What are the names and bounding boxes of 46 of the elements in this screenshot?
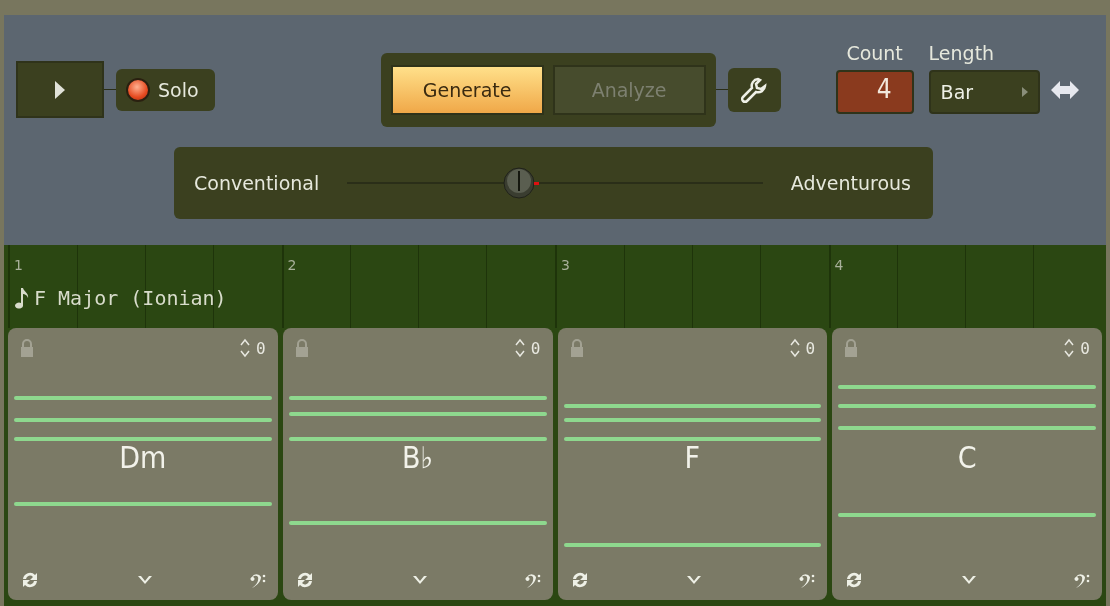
solo-button[interactable]: Solo bbox=[116, 68, 215, 111]
transpose-value: 0 bbox=[805, 338, 816, 358]
bar-number: 1 bbox=[14, 257, 23, 273]
chord-name: B♭ bbox=[402, 440, 434, 475]
length-label: Length bbox=[928, 41, 996, 64]
slider-label: Adventurous bbox=[790, 172, 911, 194]
bass-clef-icon[interactable] bbox=[1074, 571, 1090, 589]
transpose-value: 0 bbox=[1080, 338, 1090, 358]
transpose-value: 0 bbox=[530, 338, 541, 358]
count-label: Count bbox=[845, 41, 904, 64]
chevron-down-icon[interactable] bbox=[411, 574, 428, 586]
settings-button[interactable] bbox=[727, 67, 781, 112]
count-field[interactable]: 4 bbox=[835, 69, 914, 114]
chord-name: C bbox=[957, 440, 977, 475]
slider-thumb[interactable] bbox=[502, 165, 539, 201]
key-label: F Major (Ionian) bbox=[34, 286, 227, 310]
caret-icon bbox=[1021, 86, 1028, 97]
bar-number: 2 bbox=[287, 257, 297, 273]
chord-card[interactable]: 0 C bbox=[832, 328, 1102, 600]
bass-clef-icon[interactable] bbox=[799, 571, 816, 589]
slider-label: Conventional bbox=[194, 172, 320, 194]
chevron-down-icon[interactable] bbox=[136, 574, 153, 586]
up-down-icon[interactable] bbox=[789, 338, 800, 358]
length-dropdown[interactable]: Bar bbox=[928, 69, 1040, 114]
generate-button[interactable]: Generate bbox=[390, 64, 544, 115]
music-note-icon bbox=[14, 286, 30, 310]
play-icon bbox=[54, 79, 66, 100]
bass-clef-icon[interactable] bbox=[249, 571, 266, 589]
bass-clef-icon[interactable] bbox=[524, 571, 541, 589]
resize-arrows-icon[interactable] bbox=[1050, 80, 1079, 99]
chord-name: F bbox=[684, 440, 701, 475]
up-down-icon[interactable] bbox=[514, 338, 525, 358]
wrench-icon bbox=[740, 75, 769, 104]
analyze-button[interactable]: Analyze bbox=[552, 64, 706, 115]
refresh-icon[interactable] bbox=[20, 570, 40, 590]
chord-card[interactable]: 0 B♭ bbox=[282, 328, 553, 600]
transpose-value: 0 bbox=[256, 338, 266, 358]
chevron-down-icon[interactable] bbox=[686, 574, 703, 586]
chord-card[interactable]: 0 F bbox=[557, 328, 828, 600]
up-down-icon[interactable] bbox=[240, 338, 251, 358]
chord-card[interactable]: 0 Dm bbox=[8, 328, 278, 600]
chord-name: Dm bbox=[119, 440, 167, 475]
up-down-icon[interactable] bbox=[1064, 338, 1075, 358]
bar-number: 4 bbox=[834, 257, 844, 273]
chevron-down-icon[interactable] bbox=[961, 574, 978, 586]
bar-number: 3 bbox=[561, 257, 570, 273]
